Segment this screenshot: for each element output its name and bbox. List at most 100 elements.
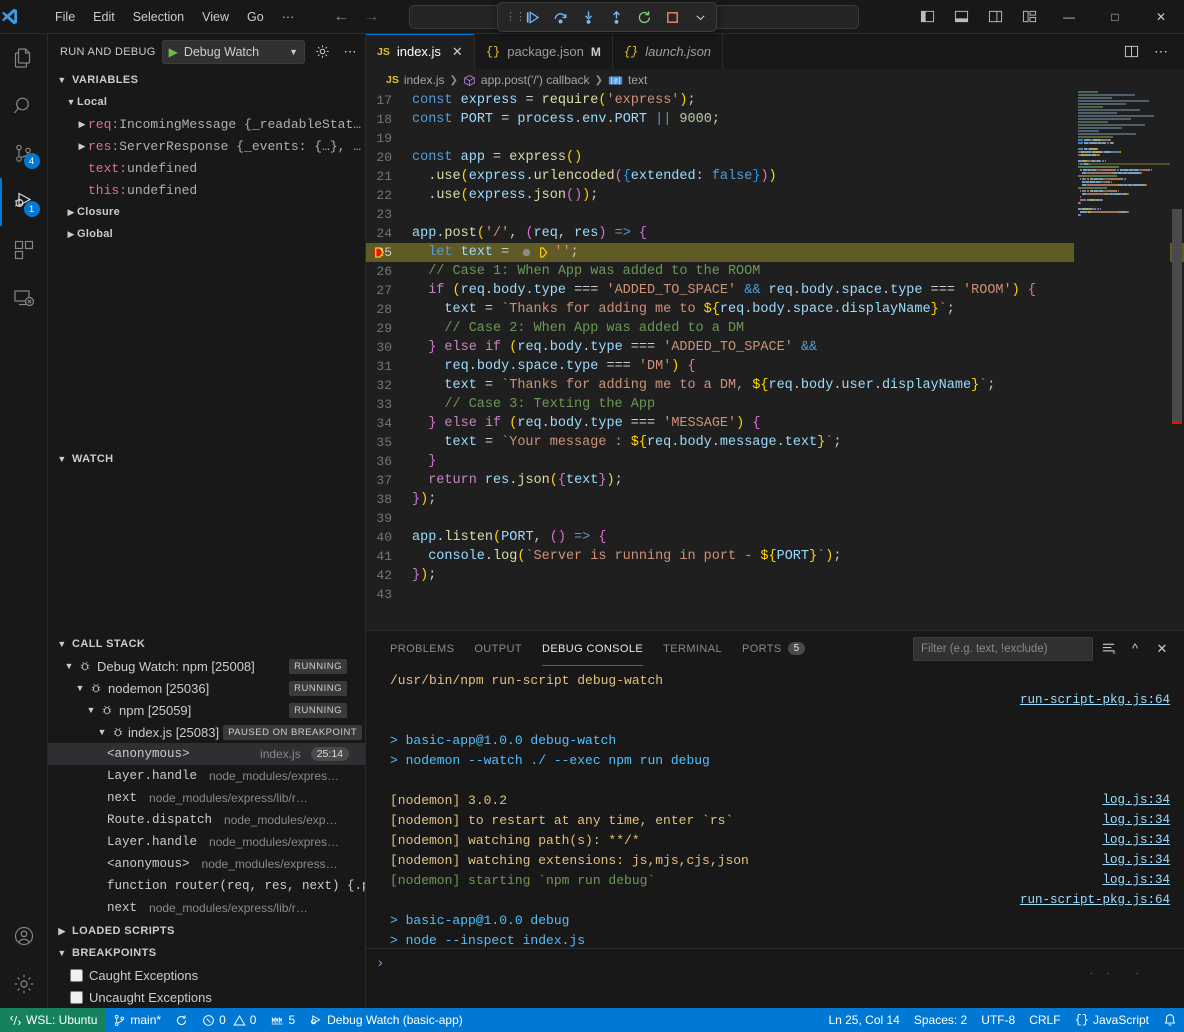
step-out-button[interactable] <box>607 8 625 26</box>
debug-repl-input[interactable]: › <box>366 948 1184 974</box>
code-line[interactable]: 25 let text = ''; <box>366 243 1184 262</box>
code-line[interactable]: 43 <box>366 585 1184 604</box>
console-source-link[interactable]: run-script-pkg.js:64 <box>1020 693 1170 707</box>
code-line[interactable]: 27 if (req.body.type === 'ADDED_TO_SPACE… <box>366 281 1184 300</box>
code-line[interactable]: 22 .use(express.json()); <box>366 186 1184 205</box>
window-close-button[interactable]: ✕ <box>1138 0 1184 34</box>
code-line[interactable]: 37 return res.json({text}); <box>366 471 1184 490</box>
menu-file[interactable]: File <box>46 7 84 27</box>
console-filter-input[interactable] <box>913 637 1093 661</box>
activitybar-item-remote-explorer[interactable] <box>0 274 48 322</box>
activitybar-item-extensions[interactable] <box>0 226 48 274</box>
call-stack-row[interactable]: ▼index.js [25083]PAUSED ON BREAKPOINT <box>48 721 365 743</box>
play-icon[interactable]: ▶ <box>169 45 178 59</box>
code-line[interactable]: 29 // Case 2: When App was added to a DM <box>366 319 1184 338</box>
code-line[interactable]: 42}); <box>366 566 1184 585</box>
go-back-icon[interactable]: ← <box>333 8 349 26</box>
code-line[interactable]: 35 text = `Your message : ${req.body.mes… <box>366 433 1184 452</box>
panel-tab-terminal[interactable]: TERMINAL <box>653 631 732 666</box>
tab-index-js[interactable]: JS index.js ✕ <box>366 34 475 69</box>
code-line[interactable]: 20const app = express() <box>366 148 1184 167</box>
variable-row[interactable]: ▶res: ServerResponse {_events: {…}, _ev… <box>48 135 365 157</box>
menu-go[interactable]: Go <box>238 7 273 27</box>
code-line[interactable]: 24app.post('/', (req, res) => { <box>366 224 1184 243</box>
code-line[interactable]: 17const express = require('express'); <box>366 91 1184 110</box>
chevron-down-icon[interactable] <box>691 8 709 26</box>
call-stack-row[interactable]: ▼Debug Watch: npm [25008]RUNNING <box>48 655 365 677</box>
code-line[interactable]: 39 <box>366 509 1184 528</box>
activitybar-item-search[interactable] <box>0 82 48 130</box>
code-editor[interactable]: 17const express = require('express');18c… <box>366 91 1184 663</box>
call-stack-row[interactable]: nextnode_modules/express/lib/rout… <box>48 897 365 919</box>
call-stack-row[interactable]: Layer.handlenode_modules/expres… <box>48 765 365 787</box>
close-panel-icon[interactable]: ✕ <box>1150 637 1174 661</box>
code-line[interactable]: 31 req.body.space.type === 'DM') { <box>366 357 1184 376</box>
continue-button[interactable] <box>523 8 541 26</box>
menu-edit[interactable]: Edit <box>84 7 124 27</box>
toggle-secondary-sidebar-icon[interactable] <box>978 0 1012 34</box>
menu-more[interactable]: ··· <box>273 7 304 27</box>
code-line[interactable]: 23 <box>366 205 1184 224</box>
close-icon[interactable]: ✕ <box>452 44 463 60</box>
code-line[interactable]: 18const PORT = process.env.PORT || 9000; <box>366 110 1184 129</box>
status-indentation[interactable]: Spaces: 2 <box>907 1008 974 1032</box>
chevron-down-icon[interactable]: ▼ <box>289 47 298 57</box>
call-stack-row[interactable]: function router(req, res, next) {.p… <box>48 875 365 897</box>
breadcrumb-file[interactable]: index.js <box>404 73 445 87</box>
section-loaded-scripts-header[interactable]: ▶ LOADED SCRIPTS <box>48 920 365 942</box>
code-line[interactable]: 32 text = `Thanks for adding me to a DM,… <box>366 376 1184 395</box>
breakpoint-checkbox[interactable] <box>70 969 83 982</box>
console-source-link[interactable]: log.js:34 <box>1102 833 1170 847</box>
window-maximize-button[interactable]: □ <box>1092 0 1138 34</box>
debug-console-output[interactable]: /usr/bin/npm run-script debug-watchrun-s… <box>366 666 1184 974</box>
window-minimize-button[interactable]: — <box>1046 0 1092 34</box>
panel-tab-debug-console[interactable]: DEBUG CONSOLE <box>532 631 653 666</box>
go-forward-icon[interactable]: → <box>363 8 379 26</box>
section-variables-header[interactable]: ▼ VARIABLES <box>48 69 365 91</box>
breadcrumb-symbol-variable[interactable]: text <box>628 73 647 87</box>
menu-view[interactable]: View <box>193 7 238 27</box>
panel-tab-problems[interactable]: PROBLEMS <box>380 631 464 666</box>
debug-toolbar[interactable]: ⋮⋮ <box>497 2 717 32</box>
status-encoding[interactable]: UTF-8 <box>974 1008 1022 1032</box>
activitybar-item-run-and-debug[interactable]: 1 <box>0 178 48 226</box>
collapse-panel-icon[interactable]: ^ <box>1123 637 1147 661</box>
panel-tab-ports[interactable]: PORTS 5 <box>732 631 815 666</box>
status-git-branch[interactable]: main* <box>106 1008 168 1032</box>
variable-row[interactable]: ▶Global <box>48 223 365 245</box>
console-source-link[interactable]: log.js:34 <box>1102 793 1170 807</box>
chevron-right-icon[interactable]: ▶ <box>65 207 77 218</box>
step-into-button[interactable] <box>579 8 597 26</box>
chevron-down-icon[interactable]: ▼ <box>63 661 75 671</box>
breakpoint-checkbox[interactable] <box>70 991 83 1004</box>
variable-row[interactable]: text: undefined <box>48 157 365 179</box>
tab-package-json[interactable]: {} package.json M <box>475 34 613 69</box>
restart-button[interactable] <box>635 8 653 26</box>
status-language-mode[interactable]: {} JavaScript <box>1068 1008 1156 1032</box>
status-eol[interactable]: CRLF <box>1022 1008 1067 1032</box>
breadcrumb-symbol-function[interactable]: app.post('/') callback <box>481 73 590 87</box>
status-problems[interactable]: 0 0 <box>195 1008 263 1032</box>
call-stack-row[interactable]: <anonymous>node_modules/express… <box>48 853 365 875</box>
status-remote-indicator[interactable]: WSL: Ubuntu <box>0 1008 106 1032</box>
clear-console-icon[interactable]: x <box>1096 637 1120 661</box>
editor-scrollbar[interactable] <box>1170 91 1184 663</box>
chevron-right-icon[interactable]: ▶ <box>76 119 88 130</box>
menu-selection[interactable]: Selection <box>124 7 193 27</box>
call-stack-row[interactable]: ▼npm [25059]RUNNING <box>48 699 365 721</box>
code-line[interactable]: 34 } else if (req.body.type === 'MESSAGE… <box>366 414 1184 433</box>
status-notifications[interactable] <box>1156 1008 1184 1032</box>
status-cursor-position[interactable]: Ln 25, Col 14 <box>821 1008 906 1032</box>
tab-launch-json[interactable]: {} launch.json <box>613 34 723 69</box>
customize-layout-icon[interactable] <box>1012 0 1046 34</box>
chevron-down-icon[interactable]: ▼ <box>85 705 97 715</box>
split-editor-icon[interactable] <box>1118 34 1144 69</box>
variable-row[interactable]: ▶req: IncomingMessage {_readableState: … <box>48 113 365 135</box>
inline-breakpoint-widget[interactable] <box>521 246 550 259</box>
call-stack-row[interactable]: Layer.handlenode_modules/expres… <box>48 831 365 853</box>
code-line[interactable]: 19 <box>366 129 1184 148</box>
toggle-primary-sidebar-icon[interactable] <box>910 0 944 34</box>
variable-row[interactable]: ▼Local <box>48 91 365 113</box>
variable-row[interactable]: ▶Closure <box>48 201 365 223</box>
code-line[interactable]: 38}); <box>366 490 1184 509</box>
